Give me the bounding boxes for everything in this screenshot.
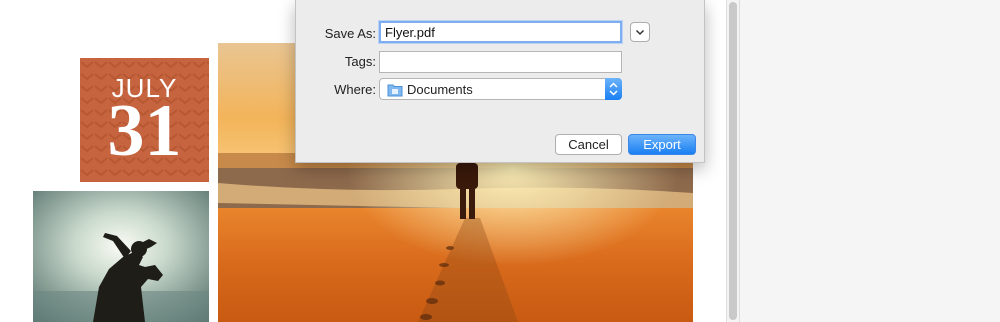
folder-icon	[387, 84, 403, 97]
export-button[interactable]: Export	[628, 134, 696, 155]
where-dropdown[interactable]: Documents	[379, 78, 622, 100]
up-down-stepper-icon[interactable]	[605, 78, 622, 100]
app-window: JULY 31 Save As: Flyer.pdf Tags: Where: …	[0, 0, 1000, 322]
date-block: JULY 31	[80, 58, 209, 182]
cancel-button[interactable]: Cancel	[555, 134, 622, 155]
expand-dialog-button[interactable]	[630, 22, 650, 42]
surfer-photo	[33, 191, 209, 322]
save-as-label: Save As:	[324, 26, 376, 41]
stepper-arrows	[609, 82, 618, 96]
export-dialog: Save As: Tags: Where: Documents Cancel	[295, 0, 705, 163]
vertical-scrollbar[interactable]	[726, 0, 740, 322]
date-day: 31	[107, 90, 182, 172]
where-label: Where:	[334, 82, 376, 97]
scrollbar-thumb[interactable]	[729, 2, 737, 320]
chevron-down-icon	[635, 29, 645, 36]
side-panel	[740, 0, 1000, 322]
tags-label: Tags:	[344, 54, 376, 69]
tags-field[interactable]	[379, 51, 622, 73]
where-value: Documents	[407, 82, 473, 97]
save-as-field[interactable]	[379, 21, 622, 43]
